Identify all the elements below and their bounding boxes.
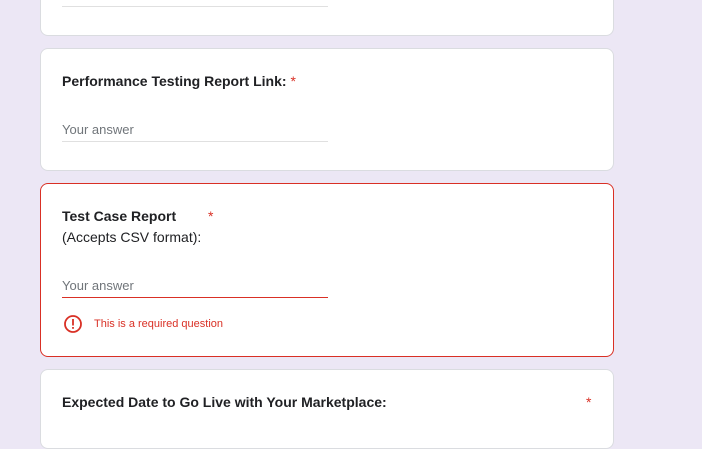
error-message-row: This is a required question <box>63 314 223 334</box>
question-card-test-case-report: Test Case Report * (Accepts CSV format):… <box>40 183 614 357</box>
question-card-previous <box>40 0 614 36</box>
question-title: Test Case Report <box>62 206 176 226</box>
required-asterisk: * <box>290 73 296 89</box>
question-title: Performance Testing Report Link: * <box>62 71 296 91</box>
question-card-performance-report: Performance Testing Report Link: * <box>40 48 614 171</box>
previous-answer-input[interactable] <box>62 0 328 7</box>
test-case-report-input[interactable] <box>62 274 328 298</box>
performance-report-link-input[interactable] <box>62 118 328 142</box>
error-icon <box>64 315 82 333</box>
question-title: Expected Date to Go Live with Your Marke… <box>62 392 387 412</box>
question-subtitle: (Accepts CSV format): <box>62 229 202 245</box>
question-title-text: Expected Date to Go Live with Your Marke… <box>62 394 387 410</box>
required-asterisk: * <box>586 394 592 410</box>
question-title-text: Performance Testing Report Link: <box>62 73 287 89</box>
question-title-text: Test Case Report <box>62 208 177 224</box>
error-message: This is a required question <box>94 318 224 330</box>
required-asterisk: * <box>208 208 214 224</box>
question-card-go-live-date: Expected Date to Go Live with Your Marke… <box>40 369 614 449</box>
